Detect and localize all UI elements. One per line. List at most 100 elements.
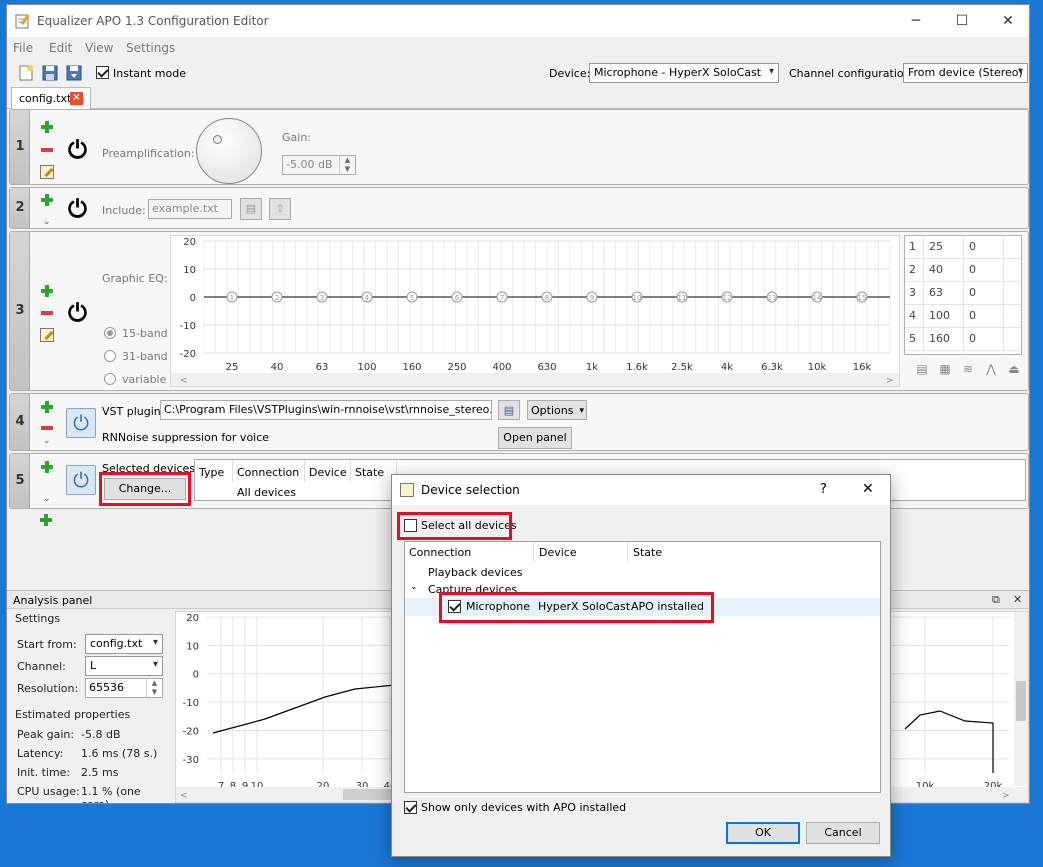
invert-response-icon[interactable]: ≋ bbox=[960, 362, 976, 376]
power-icon[interactable]: ⏻ bbox=[68, 197, 87, 221]
analysis-panel-title: Analysis panel bbox=[13, 594, 93, 607]
table-row[interactable]: 1 25 0 bbox=[905, 236, 1021, 259]
power-icon[interactable]: ⏻ bbox=[68, 301, 87, 325]
close-tab-icon[interactable]: × bbox=[70, 92, 83, 105]
power-toggle-icon[interactable]: ⏻ bbox=[66, 408, 96, 438]
x-tick-label: 630 bbox=[537, 362, 556, 373]
reset-response-icon[interactable]: ⏏ bbox=[1006, 362, 1022, 376]
channel-select[interactable]: L ▾ bbox=[85, 656, 163, 676]
filter-number: 4 bbox=[10, 394, 30, 450]
mode-variable-radio[interactable] bbox=[104, 373, 116, 385]
resolution-label: Resolution: bbox=[17, 682, 79, 695]
edit-filter-icon[interactable] bbox=[40, 165, 54, 179]
chevron-down-icon: ▾ bbox=[1017, 66, 1023, 77]
navigate-up-icon[interactable]: ⇧ bbox=[269, 198, 291, 220]
power-icon[interactable]: ⏻ bbox=[68, 138, 87, 162]
tree-item-capture[interactable]: Capture devices bbox=[428, 583, 517, 596]
device-select[interactable]: Microphone - HyperX SoloCast ▾ bbox=[589, 63, 779, 83]
new-file-icon[interactable] bbox=[17, 64, 35, 82]
gain-input[interactable]: -5.00 dB ▲ ▼ bbox=[282, 155, 356, 175]
graphic-eq-chart[interactable]: 20100-10-2025140263310041605250640076308… bbox=[170, 235, 900, 387]
table-row[interactable]: 2 40 0 bbox=[905, 259, 1021, 282]
open-file-icon[interactable]: ▤ bbox=[498, 400, 520, 420]
add-filter-icon[interactable] bbox=[40, 193, 54, 207]
eq-band-point-label: 10 bbox=[633, 294, 642, 302]
eq-band-point-label: 7 bbox=[500, 294, 504, 302]
tab-label: config.txt bbox=[19, 92, 72, 105]
close-panel-icon[interactable]: ✕ bbox=[1013, 593, 1022, 606]
eq-band-table: 1 25 0 2 40 0 3 63 0 4 100 0 5 160 0 bbox=[904, 235, 1022, 355]
preamp-label: Preamplification: bbox=[102, 147, 195, 160]
resolution-spinner[interactable]: ▲ ▼ bbox=[146, 679, 162, 697]
table-row[interactable]: 3 63 0 bbox=[905, 282, 1021, 305]
cancel-button[interactable]: Cancel bbox=[806, 822, 880, 844]
expand-chevron-icon[interactable]: ⌄ bbox=[43, 494, 51, 504]
maximize-button[interactable]: ☐ bbox=[939, 5, 985, 37]
menu-view[interactable]: View bbox=[85, 41, 113, 55]
power-toggle-icon[interactable]: ⏻ bbox=[66, 465, 96, 495]
table-row[interactable]: All devices bbox=[237, 486, 296, 499]
microphone-checkbox[interactable] bbox=[448, 600, 461, 613]
resolution-input[interactable]: 65536 ▲ ▼ bbox=[85, 678, 163, 698]
import-preset-icon[interactable]: ▦ bbox=[937, 362, 953, 376]
selected-devices-label: Selected devices: bbox=[102, 462, 199, 475]
tree-item-playback[interactable]: Playback devices bbox=[428, 566, 522, 579]
open-file-icon[interactable]: ▤ bbox=[240, 198, 262, 220]
mode-variable-label: variable bbox=[122, 373, 167, 386]
remove-filter-icon[interactable] bbox=[41, 311, 53, 315]
y-tick-label: 10 bbox=[183, 265, 196, 276]
filter-1-preamp: 1 ⏻ Preamplification: Gain: -5.00 dB ▲ ▼ bbox=[9, 109, 1029, 185]
table-row[interactable]: 4 100 0 bbox=[905, 305, 1021, 328]
float-panel-icon[interactable]: ⧉ bbox=[992, 593, 1000, 607]
add-filter-icon[interactable] bbox=[40, 284, 54, 298]
normalize-icon[interactable]: ⋀ bbox=[983, 362, 999, 376]
expand-chevron-icon[interactable]: ⌄ bbox=[43, 436, 51, 446]
add-filter-icon[interactable] bbox=[39, 513, 53, 527]
open-panel-button[interactable]: Open panel bbox=[498, 427, 572, 449]
options-button[interactable]: Options ▾ bbox=[527, 400, 587, 420]
filter-number: 5 bbox=[10, 454, 30, 508]
expand-chevron-icon[interactable]: ⌄ bbox=[43, 217, 51, 227]
menu-settings[interactable]: Settings bbox=[126, 41, 175, 55]
save-preset-icon[interactable]: ▤ bbox=[914, 362, 930, 376]
dialog-close-button[interactable]: ✕ bbox=[862, 481, 874, 497]
start-from-select[interactable]: config.txt ▾ bbox=[85, 634, 163, 654]
channel-label: Channel: bbox=[17, 660, 66, 673]
dialog-title: Device selection bbox=[421, 483, 520, 497]
minimize-button[interactable]: ─ bbox=[893, 5, 939, 37]
ok-button[interactable]: OK bbox=[726, 822, 800, 844]
edit-filter-icon[interactable] bbox=[40, 328, 54, 342]
close-window-button[interactable]: ✕ bbox=[985, 5, 1029, 37]
mode-15-band-radio[interactable] bbox=[104, 327, 116, 339]
dialog-title-bar: Device selection ? ✕ bbox=[392, 475, 890, 505]
menu-edit[interactable]: Edit bbox=[49, 41, 72, 55]
mic-device: HyperX SoloCast bbox=[538, 600, 631, 613]
show-only-apo-checkbox[interactable] bbox=[404, 801, 417, 814]
select-all-checkbox[interactable] bbox=[404, 519, 417, 532]
channel-config-select[interactable]: From device (Stereo) ▾ bbox=[903, 63, 1028, 83]
list-item[interactable]: Microphone HyperX SoloCast APO installed bbox=[405, 598, 880, 616]
x-tick-label: 25 bbox=[226, 362, 239, 373]
help-button[interactable]: ? bbox=[820, 482, 827, 497]
add-filter-icon[interactable] bbox=[40, 460, 54, 474]
add-filter-icon[interactable] bbox=[40, 120, 54, 134]
remove-filter-icon[interactable] bbox=[41, 148, 53, 152]
vst-path-input[interactable]: C:\Program Files\VSTPlugins\win-rnnoise\… bbox=[160, 400, 492, 420]
select-all-label: Select all devices bbox=[421, 519, 517, 532]
mode-31-band-radio[interactable] bbox=[104, 350, 116, 362]
instant-mode-checkbox[interactable] bbox=[96, 66, 109, 79]
eq-band-point-label: 12 bbox=[723, 294, 732, 302]
change-devices-button[interactable]: Change... bbox=[104, 478, 186, 500]
remove-filter-icon[interactable] bbox=[41, 426, 53, 430]
chevron-down-icon[interactable]: ⌄ bbox=[410, 582, 418, 592]
gain-spinner[interactable]: ▲ ▼ bbox=[339, 156, 355, 174]
gain-knob[interactable] bbox=[196, 118, 262, 184]
menu-file[interactable]: File bbox=[13, 41, 33, 55]
table-row[interactable]: 5 160 0 bbox=[905, 328, 1021, 351]
save-icon[interactable] bbox=[41, 64, 59, 82]
include-file-input[interactable]: example.txt bbox=[148, 199, 232, 219]
add-filter-icon[interactable] bbox=[40, 400, 54, 414]
save-as-icon[interactable] bbox=[65, 64, 83, 82]
tab-config[interactable]: config.txt × bbox=[11, 87, 91, 110]
latency-label: Latency: bbox=[17, 747, 64, 760]
